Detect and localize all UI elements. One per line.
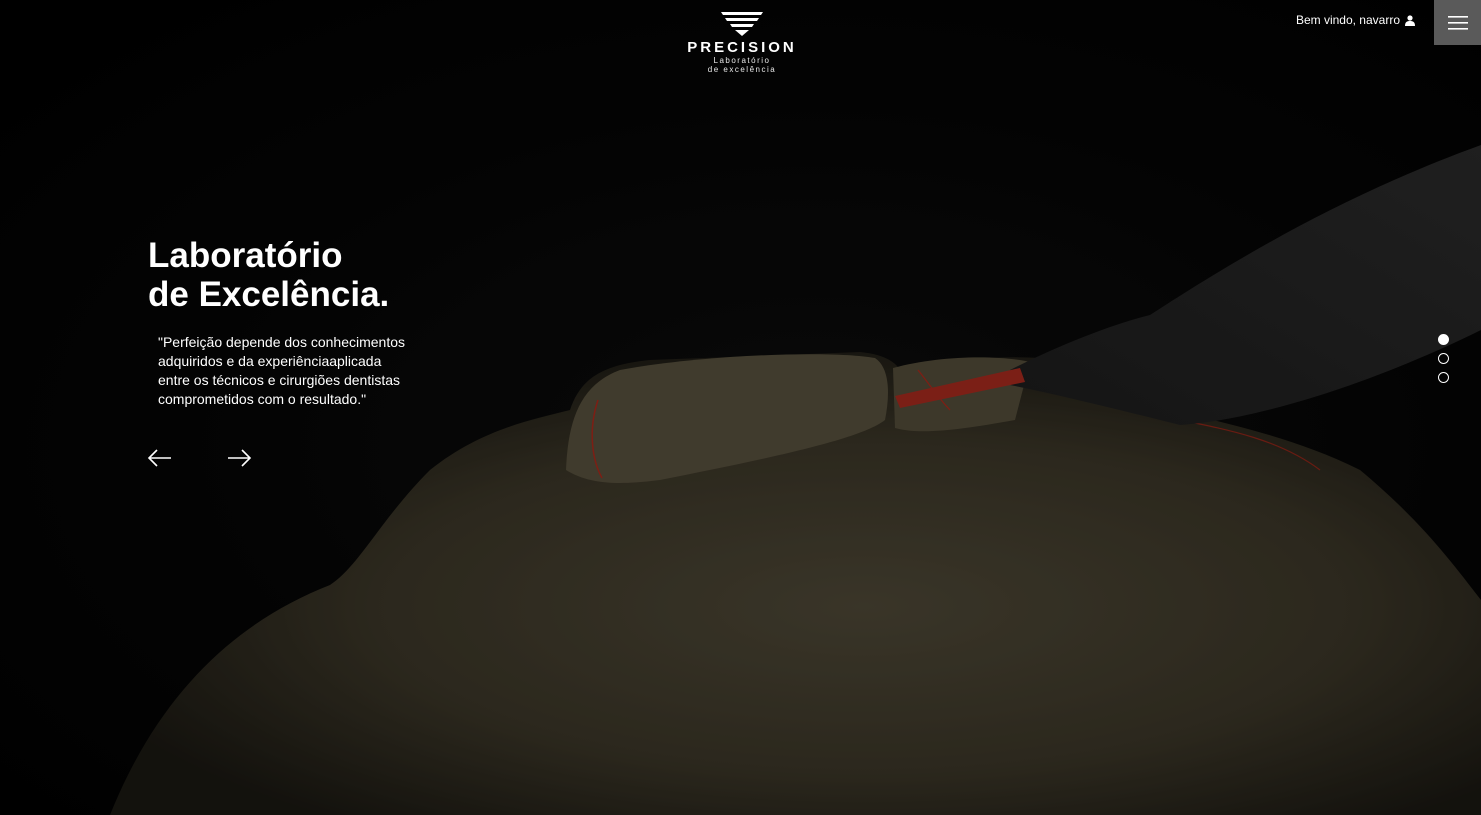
carousel-dot-3[interactable] [1438, 372, 1449, 383]
carousel-indicators [1438, 334, 1450, 391]
carousel-dot-1[interactable] [1438, 334, 1449, 345]
quote-line: "Perfeição depende dos conhecimentos [158, 334, 406, 350]
hamburger-menu-icon [1447, 15, 1468, 30]
hero-headline-line1: Laboratório [148, 236, 343, 275]
brand-tagline-line1: Laboratório [713, 56, 771, 65]
hero-headline-line2: de Excelência. [148, 275, 390, 314]
hero-headline: Laboratório de Excelência. [148, 236, 389, 314]
brand-logo[interactable]: PRECISION Laboratório de excelência [680, 12, 804, 74]
welcome-user-link[interactable]: Bem vindo, navarro [1296, 13, 1415, 27]
next-slide-button[interactable] [226, 447, 252, 469]
brand-tagline-line2: de excelência [707, 65, 777, 74]
carousel-dot-2[interactable] [1438, 353, 1449, 364]
quote-line: adquiridos e da experiênciaaplicada [158, 353, 382, 369]
menu-button[interactable] [1434, 0, 1481, 45]
brand-name: PRECISION [687, 39, 797, 56]
welcome-text: Bem vindo, navarro [1295, 13, 1400, 27]
user-icon [1405, 14, 1415, 26]
arrow-left-icon [147, 449, 171, 467]
previous-slide-button[interactable] [147, 447, 173, 469]
precision-logo-icon [721, 12, 763, 36]
arrow-right-icon [228, 449, 252, 467]
hero-quote: "Perfeição depende dos conhecimentos adq… [158, 333, 428, 409]
hero-section: PRECISION Laboratório de excelência Bem … [0, 0, 1481, 815]
quote-line: entre os técnicos e cirurgiões dentistas [158, 372, 401, 388]
quote-line: comprometidos com o resultado." [158, 391, 367, 407]
